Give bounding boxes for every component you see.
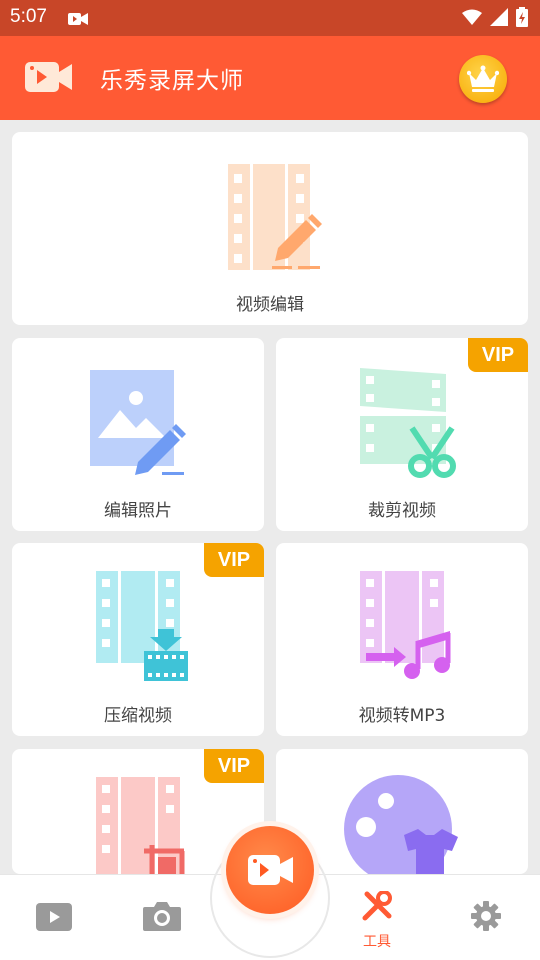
- tool-card-trim-video[interactable]: VIP 裁剪视频: [276, 338, 528, 531]
- nav-videos[interactable]: [14, 875, 94, 960]
- app-logo-icon: [25, 60, 73, 98]
- app-title: 乐秀录屏大师: [100, 68, 244, 94]
- vip-crown-button[interactable]: [459, 55, 507, 103]
- signal-icon: [490, 8, 508, 30]
- vip-badge: VIP: [468, 338, 528, 372]
- tool-label-trim-video: 裁剪视频: [368, 501, 436, 521]
- nav-screenshots[interactable]: [122, 875, 202, 960]
- tools-icon: [362, 891, 392, 921]
- crown-icon: [467, 65, 499, 92]
- crop-video-icon: [96, 777, 185, 874]
- tool-card-compress-video[interactable]: VIP 压缩视频: [12, 543, 264, 736]
- trim-video-icon: [360, 368, 456, 478]
- video-to-mp3-icon: [360, 571, 451, 679]
- nav-tools[interactable]: 工具: [337, 875, 417, 960]
- compress-video-icon: [96, 571, 188, 681]
- tool-card-video-edit[interactable]: 视频编辑: [12, 132, 528, 325]
- status-time: 5:07: [10, 6, 47, 27]
- record-button[interactable]: [226, 826, 314, 914]
- tool-card-video-to-mp3[interactable]: 视频转MP3: [276, 543, 528, 736]
- play-icon: [36, 903, 72, 931]
- video-edit-icon: [228, 164, 322, 270]
- screen-record-status-icon: [68, 11, 88, 30]
- battery-icon: [516, 7, 528, 31]
- tool-card-theme[interactable]: [276, 749, 528, 874]
- vip-badge: VIP: [204, 543, 264, 577]
- nav-tools-label: 工具: [363, 934, 391, 950]
- wifi-icon: [462, 9, 482, 30]
- tool-label-compress-video: 压缩视频: [104, 706, 172, 726]
- nav-settings[interactable]: [446, 875, 526, 960]
- tool-label-video-edit: 视频编辑: [236, 295, 304, 315]
- palette-icon: [344, 775, 458, 874]
- tool-label-edit-photo: 编辑照片: [104, 501, 172, 521]
- camera-icon: [143, 902, 181, 931]
- record-icon: [248, 855, 293, 885]
- vip-badge: VIP: [204, 749, 264, 783]
- settings-icon: [471, 901, 501, 931]
- edit-photo-icon: [90, 370, 186, 475]
- status-bar: 5:07: [0, 0, 540, 36]
- app-bar: 乐秀录屏大师: [0, 36, 540, 120]
- tool-label-video-to-mp3: 视频转MP3: [358, 706, 446, 726]
- tool-card-edit-photo[interactable]: 编辑照片: [12, 338, 264, 531]
